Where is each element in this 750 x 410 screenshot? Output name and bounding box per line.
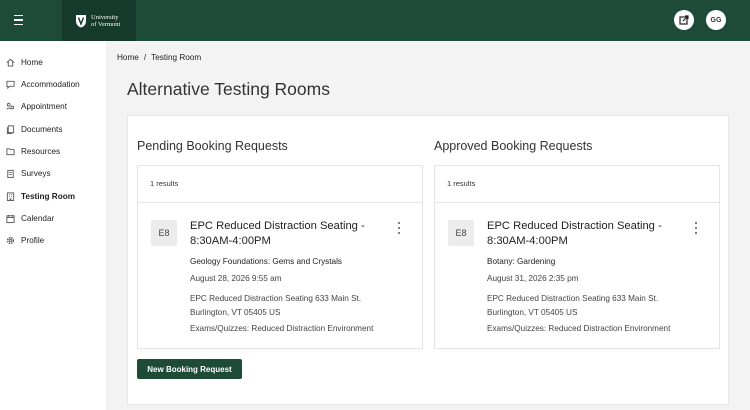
more-options-icon[interactable] [394,221,404,235]
sidebar-item-label: Appointment [21,101,67,111]
more-options-icon[interactable] [691,221,701,235]
results-count: 1 results [150,179,179,188]
logo-text: University of Vermont [91,14,120,28]
booking-title[interactable]: EPC Reduced Distraction Seating - 8:30AM… [190,219,390,249]
university-logo[interactable]: University of Vermont [62,0,136,41]
exam-type: Exams/Quizzes: Reduced Distraction Envir… [487,324,671,333]
folder-icon [6,147,15,155]
clipboard-icon [7,169,14,178]
gear-icon [6,236,15,244]
sidebar-item-label: Calendar [21,213,55,223]
home-icon [6,58,15,67]
sidebar-item-label: Testing Room [21,191,75,201]
people-icon [6,102,15,109]
user-avatar[interactable]: GG [706,10,726,30]
sidebar-item-accommodation[interactable]: Accommodation [0,74,106,94]
menu-icon[interactable] [8,10,28,30]
logo-line-2: of Vermont [91,20,121,28]
external-link-button[interactable] [674,10,694,30]
sidebar-item-label: Accommodation [21,79,80,89]
sidebar-item-label: Resources [21,146,61,156]
new-booking-request-button[interactable]: New Booking Request [137,359,242,379]
address-line-1: EPC Reduced Distraction Seating 633 Main… [487,294,659,303]
pending-section-title: Pending Booking Requests [137,139,288,153]
approved-results-box: 1 results E8 EPC Reduced Distraction Sea… [434,165,720,349]
booking-date: August 31, 2026 2:35 pm [487,274,579,283]
exam-type: Exams/Quizzes: Reduced Distraction Envir… [190,324,374,333]
address-line-1: EPC Reduced Distraction Seating 633 Main… [190,294,362,303]
location-address: EPC Reduced Distraction Seating 633 Main… [190,292,410,320]
building-icon [6,191,15,201]
breadcrumb-home-link[interactable]: Home [117,53,139,62]
calendar-icon [6,214,15,223]
sidebar: Home Accommodation Appointment Documents… [0,41,106,410]
sidebar-item-label: Profile [21,235,45,245]
booking-card[interactable]: E8 EPC Reduced Distraction Seating - 8:3… [138,203,422,349]
sidebar-item-home[interactable]: Home [0,52,106,72]
booking-card[interactable]: E8 EPC Reduced Distraction Seating - 8:3… [435,203,719,349]
breadcrumb-current: Testing Room [151,53,202,62]
documents-icon [6,124,15,134]
shield-icon [76,14,86,27]
top-bar: University of Vermont GG [0,0,750,41]
logo-line-1: University [91,13,119,21]
course-name: Geology Foundations: Gems and Crystals [190,257,342,266]
sidebar-item-calendar[interactable]: Calendar [0,208,106,228]
page-title: Alternative Testing Rooms [127,79,330,99]
sidebar-item-label: Home [21,57,43,67]
location-address: EPC Reduced Distraction Seating 633 Main… [487,292,707,320]
breadcrumb: Home / Testing Room [117,53,201,62]
sidebar-item-appointment[interactable]: Appointment [0,96,106,116]
chat-icon [6,80,15,89]
results-count: 1 results [447,179,476,188]
sidebar-item-label: Documents [21,124,63,134]
address-line-2: Burlington, VT 05405 US [487,308,578,317]
external-link-icon [679,15,689,25]
booking-date: August 28, 2026 9:55 am [190,274,282,283]
sidebar-item-resources[interactable]: Resources [0,141,106,161]
breadcrumb-separator: / [143,53,147,62]
approved-section-title: Approved Booking Requests [434,139,593,153]
sidebar-item-profile[interactable]: Profile [0,230,106,250]
address-line-2: Burlington, VT 05405 US [190,308,281,317]
pending-results-box: 1 results E8 EPC Reduced Distraction Sea… [137,165,423,349]
sidebar-item-label: Surveys [21,168,51,178]
room-code-badge: E8 [151,220,177,246]
course-name: Botany: Gardening [487,257,556,266]
sidebar-item-testing-room[interactable]: Testing Room [0,186,106,206]
sidebar-item-documents[interactable]: Documents [0,119,106,139]
sidebar-item-surveys[interactable]: Surveys [0,163,106,183]
room-code-badge: E8 [448,220,474,246]
booking-title[interactable]: EPC Reduced Distraction Seating - 8:30AM… [487,219,687,249]
